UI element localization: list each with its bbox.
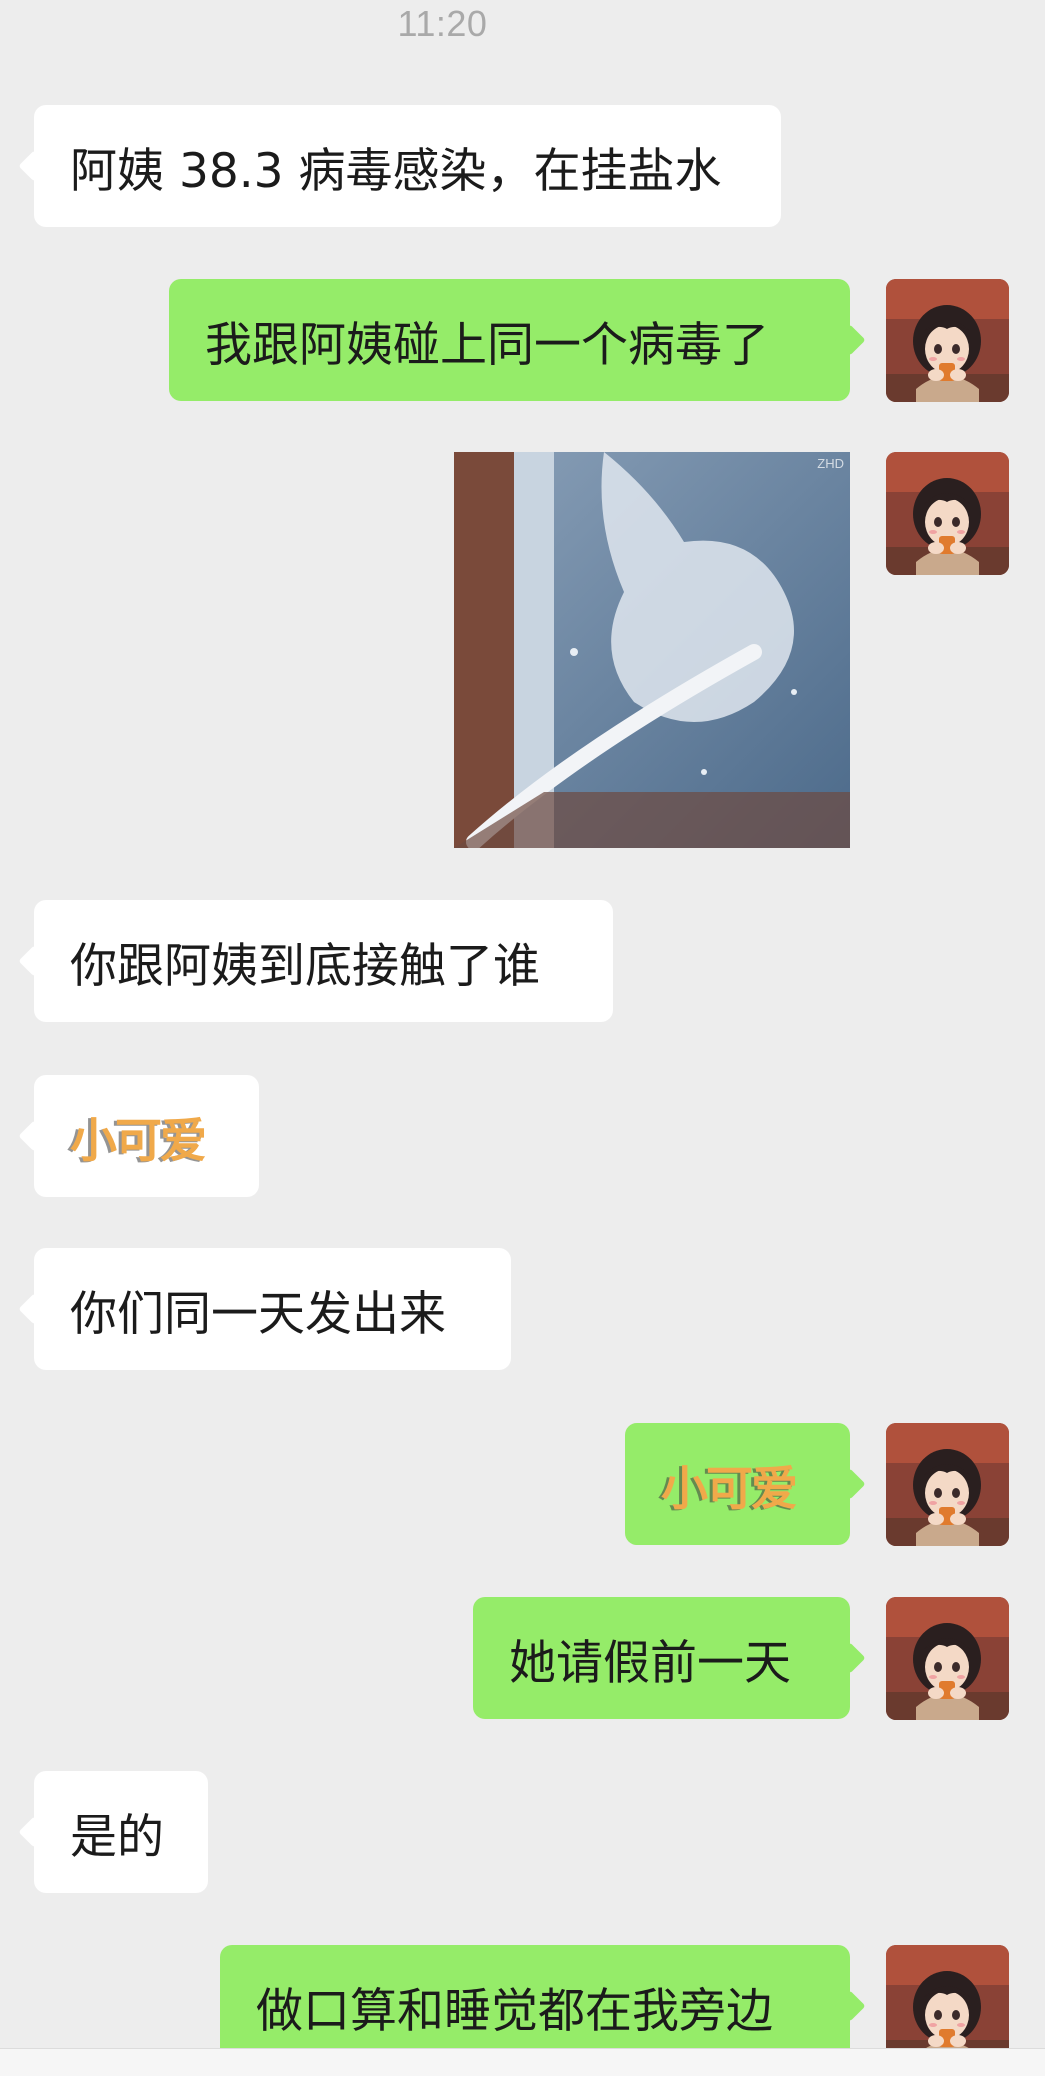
anime-girl-avatar-icon bbox=[886, 1597, 1009, 1720]
splash-photo-image bbox=[454, 452, 850, 848]
message-text: 阿姨 38.3 病毒感染，在挂盐水 bbox=[70, 143, 722, 199]
sticker-text: 小可爱 bbox=[661, 1461, 798, 1517]
message-text: 我跟阿姨碰上同一个病毒了 bbox=[205, 317, 769, 373]
message-bubble-received[interactable]: 阿姨 38.3 病毒感染，在挂盐水 bbox=[34, 105, 781, 227]
message-text: 做口算和睡觉都在我旁边 bbox=[256, 1983, 773, 2039]
input-bar-edge bbox=[0, 2048, 1045, 2076]
message-bubble-received[interactable]: 你们同一天发出来 bbox=[34, 1248, 511, 1370]
message-bubble-received-sticker[interactable]: 小可爱 bbox=[34, 1075, 259, 1197]
shared-image[interactable]: ZHD bbox=[454, 452, 850, 848]
anime-girl-avatar-icon bbox=[886, 1423, 1009, 1546]
message-text: 是的 bbox=[70, 1809, 164, 1865]
message-timestamp: 11:20 bbox=[397, 3, 488, 44]
message-text: 她请假前一天 bbox=[509, 1635, 791, 1691]
message-bubble-sent[interactable]: 我跟阿姨碰上同一个病毒了 bbox=[169, 279, 850, 401]
sticker-text: 小可爱 bbox=[70, 1113, 207, 1169]
image-watermark: ZHD bbox=[817, 456, 844, 471]
message-bubble-sent-sticker[interactable]: 小可爱 bbox=[625, 1423, 850, 1545]
message-text: 你们同一天发出来 bbox=[70, 1286, 446, 1342]
avatar[interactable] bbox=[886, 279, 1009, 402]
message-text: 你跟阿姨到底接触了谁 bbox=[70, 938, 540, 994]
anime-girl-avatar-icon bbox=[886, 452, 1009, 575]
anime-girl-avatar-icon bbox=[886, 279, 1009, 402]
avatar[interactable] bbox=[886, 1423, 1009, 1546]
message-bubble-received[interactable]: 你跟阿姨到底接触了谁 bbox=[34, 900, 613, 1022]
avatar[interactable] bbox=[886, 452, 1009, 575]
avatar[interactable] bbox=[886, 1597, 1009, 1720]
message-bubble-received[interactable]: 是的 bbox=[34, 1771, 208, 1893]
message-bubble-sent[interactable]: 她请假前一天 bbox=[473, 1597, 850, 1719]
